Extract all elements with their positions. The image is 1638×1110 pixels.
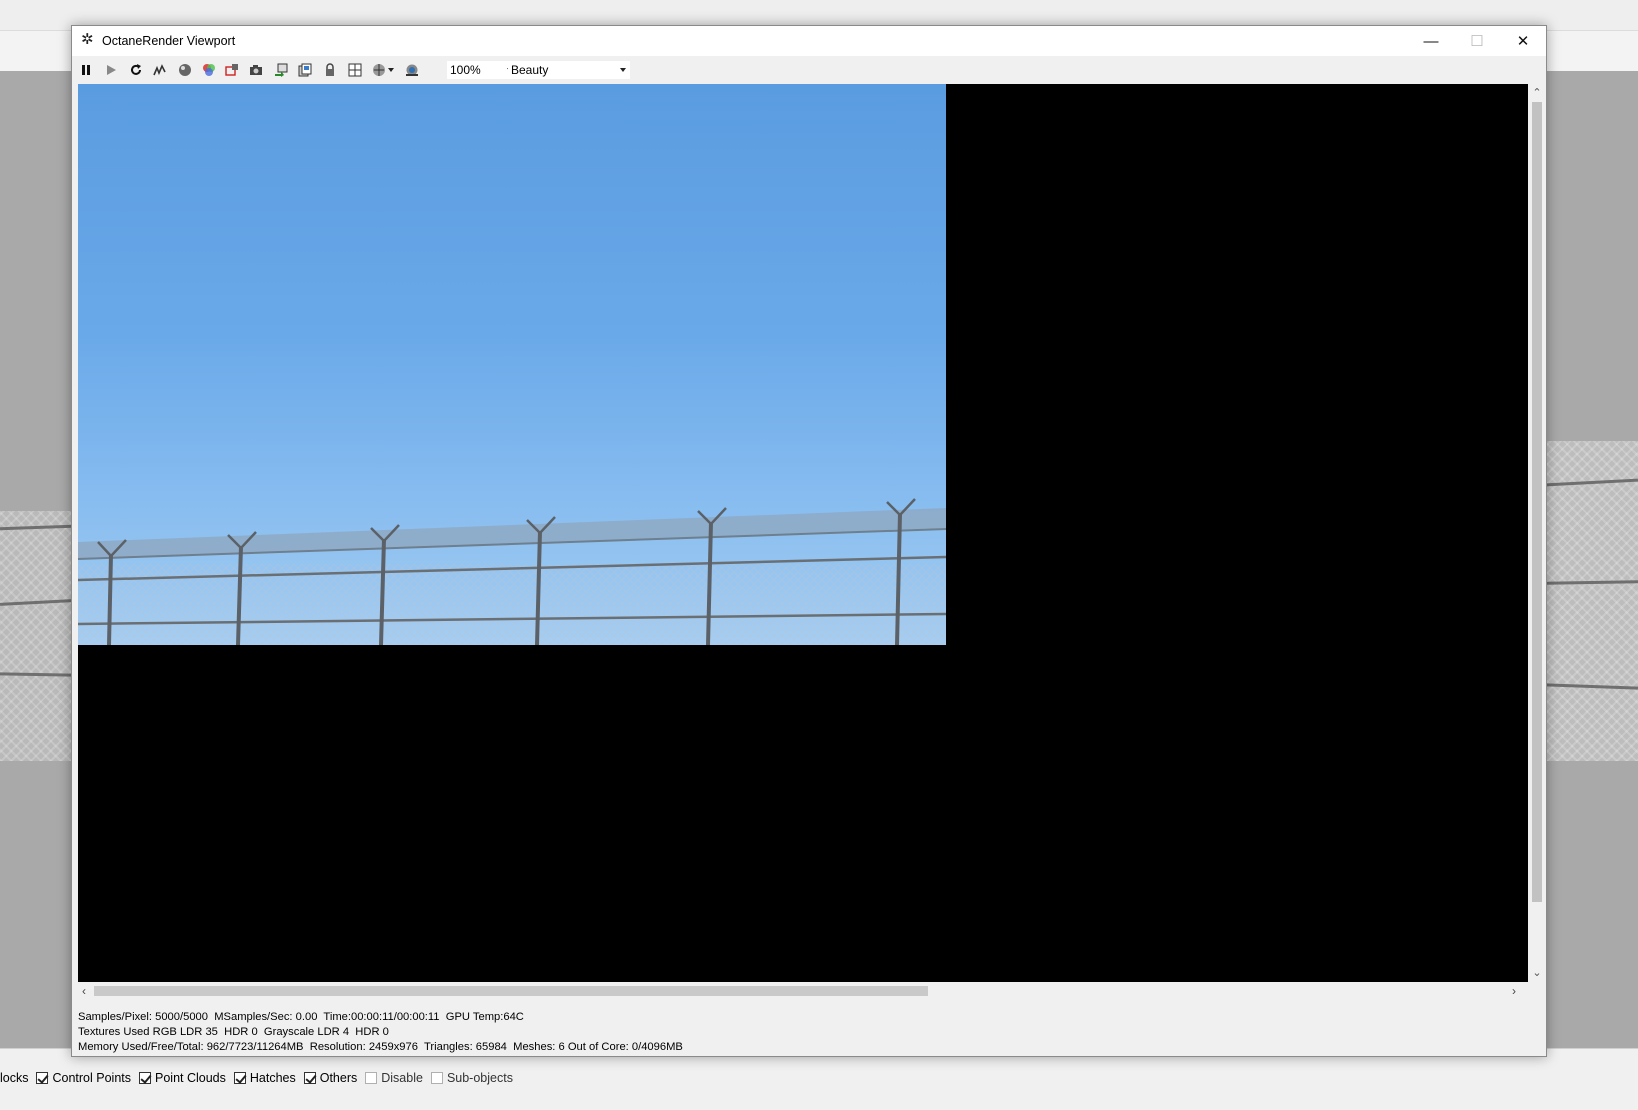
zoom-select[interactable]: 100% — [447, 61, 517, 79]
chevron-left-icon[interactable]: ‹ — [78, 984, 90, 998]
vertical-scrollbar[interactable]: ⌃ ⌄ — [1528, 84, 1546, 982]
render-image — [78, 84, 946, 645]
filter-label: Disable — [381, 1071, 423, 1085]
filter-point-clouds[interactable]: Point Clouds — [139, 1071, 226, 1085]
status-textures: Textures Used RGB LDR 35 HDR 0 Grayscale… — [78, 1026, 389, 1038]
zoom-value: 100% — [450, 63, 481, 77]
filter-label: Control Points — [52, 1071, 131, 1085]
layout-icon[interactable] — [345, 61, 365, 79]
object-filter-bar: locks Control Points Point Clouds Hatche… — [0, 1071, 521, 1085]
play-icon[interactable] — [101, 61, 121, 79]
restart-icon[interactable] — [126, 61, 146, 79]
save-icon[interactable] — [295, 61, 315, 79]
checkbox[interactable] — [365, 1072, 378, 1084]
region-render-icon[interactable] — [222, 61, 242, 79]
host-statusbar: locks Control Points Point Clouds Hatche… — [0, 1048, 1638, 1110]
chevron-right-icon[interactable]: › — [1508, 984, 1520, 998]
chevron-down-icon — [620, 68, 626, 72]
export-icon[interactable] — [271, 61, 291, 79]
filter-label: Point Clouds — [155, 1071, 226, 1085]
octane-logo-icon: ✲ — [81, 31, 94, 48]
pause-icon[interactable] — [76, 61, 96, 79]
title-bar[interactable]: ✲ OctaneRender Viewport — ☐ ✕ — [72, 26, 1546, 56]
filter-label: Others — [319, 1071, 358, 1085]
filter-hatches[interactable]: Hatches — [233, 1071, 296, 1085]
filter-disable[interactable]: Disable — [365, 1071, 423, 1085]
render-viewport[interactable] — [78, 84, 1528, 982]
render-settings-icon[interactable] — [402, 61, 422, 79]
window-title: OctaneRender Viewport — [102, 34, 236, 48]
checkbox[interactable] — [303, 1072, 316, 1084]
status-samples: Samples/Pixel: 5000/5000 MSamples/Sec: 0… — [78, 1011, 524, 1023]
horizontal-scrollbar[interactable]: ‹ › — [78, 982, 1528, 1000]
lock-icon[interactable] — [320, 61, 340, 79]
render-pass-value: Beauty — [511, 63, 549, 77]
fence-render — [78, 498, 946, 645]
chevron-down-icon[interactable]: ⌄ — [1531, 966, 1543, 980]
camera-icon[interactable] — [246, 61, 266, 79]
checkbox[interactable] — [139, 1072, 151, 1084]
filter-others[interactable]: Others — [303, 1071, 358, 1085]
render-pass-select[interactable]: Beauty — [508, 61, 630, 79]
host-fence-left — [0, 511, 72, 761]
sphere-icon[interactable] — [175, 61, 195, 79]
scroll-thumb[interactable] — [94, 986, 928, 996]
color-picker-icon[interactable] — [199, 61, 219, 79]
checkbox[interactable] — [430, 1072, 443, 1084]
filter-control-points[interactable]: Control Points — [36, 1071, 131, 1085]
filter-locks[interactable]: locks — [0, 1071, 28, 1085]
viewport-toolbar: 100% Beauty — [72, 56, 1546, 84]
maximize-button[interactable]: ☐ — [1454, 26, 1500, 56]
chevron-down-icon[interactable] — [386, 61, 396, 79]
scroll-thumb[interactable] — [1532, 102, 1542, 902]
filter-label: Hatches — [249, 1071, 296, 1085]
chevron-up-icon[interactable]: ⌃ — [1531, 86, 1543, 100]
octane-viewport-window: ✲ OctaneRender Viewport — ☐ ✕ 100% Beaut… — [71, 25, 1547, 1057]
checkbox[interactable] — [36, 1072, 49, 1084]
filter-sub-objects[interactable]: Sub-objects — [430, 1071, 513, 1085]
host-fence-right — [1546, 441, 1638, 761]
checkbox[interactable] — [233, 1072, 246, 1084]
minimize-button[interactable]: — — [1408, 26, 1454, 56]
filter-label: locks — [0, 1071, 29, 1085]
render-statistics: Samples/Pixel: 5000/5000 MSamples/Sec: 0… — [78, 1010, 683, 1055]
close-button[interactable]: ✕ — [1500, 26, 1546, 56]
status-memory: Memory Used/Free/Total: 962/7723/11264MB… — [78, 1041, 683, 1053]
filter-label: Sub-objects — [446, 1071, 513, 1085]
denoise-icon[interactable] — [150, 61, 170, 79]
